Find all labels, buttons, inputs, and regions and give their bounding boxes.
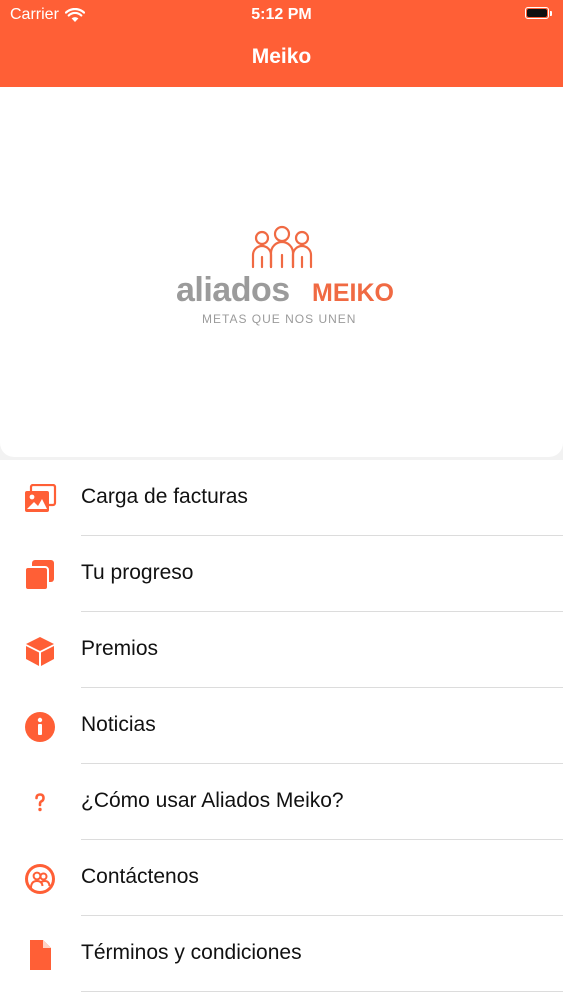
- menu-item-label: Noticias: [81, 713, 156, 736]
- info-icon: [23, 710, 57, 744]
- menu-item-carga-de-facturas[interactable]: Carga de facturas: [0, 460, 563, 536]
- menu-item-terminos[interactable]: Términos y condiciones: [0, 916, 563, 992]
- box-icon: [23, 634, 57, 668]
- logo-brand-word: aliados: [176, 271, 290, 309]
- menu-item-label: ¿Cómo usar Aliados Meiko?: [81, 789, 344, 812]
- menu-item-noticias[interactable]: Noticias: [0, 688, 563, 764]
- contact-icon: [23, 862, 57, 896]
- document-icon: [23, 938, 57, 972]
- menu-item-label: Tu progreso: [81, 561, 194, 584]
- status-time: 5:12 PM: [251, 6, 312, 23]
- question-icon: [23, 786, 57, 820]
- logo-tagline: METAS QUE NOS UNEN: [202, 312, 357, 326]
- menu-item-premios[interactable]: Premios: [0, 612, 563, 688]
- hero-banner: aliados MEIKO METAS QUE NOS UNEN: [0, 87, 563, 457]
- menu-item-contactenos[interactable]: Contáctenos: [0, 840, 563, 916]
- menu-item-label: Términos y condiciones: [81, 941, 302, 964]
- menu-item-tu-progreso[interactable]: Tu progreso: [0, 536, 563, 612]
- images-icon: [23, 482, 57, 516]
- header: Carrier 5:12 PM Meiko: [0, 0, 563, 87]
- menu-item-label: Contáctenos: [81, 865, 199, 888]
- copy-icon: [23, 558, 57, 592]
- aliados-meiko-logo: aliados MEIKO METAS QUE NOS UNEN: [170, 225, 400, 325]
- logo-brand-accent: MEIKO: [312, 279, 394, 307]
- main-menu: Carga de facturas Tu progreso Premios No…: [0, 460, 563, 1000]
- menu-item-label: Premios: [81, 637, 159, 660]
- nav-title: Meiko: [251, 45, 312, 68]
- people-icon: [251, 225, 313, 269]
- menu-item-como-usar[interactable]: ¿Cómo usar Aliados Meiko?: [0, 764, 563, 840]
- separator: [81, 991, 563, 992]
- battery-icon: [525, 7, 553, 21]
- status-bar: Carrier 5:12 PM: [0, 0, 563, 30]
- menu-item-label: Carga de facturas: [81, 485, 248, 508]
